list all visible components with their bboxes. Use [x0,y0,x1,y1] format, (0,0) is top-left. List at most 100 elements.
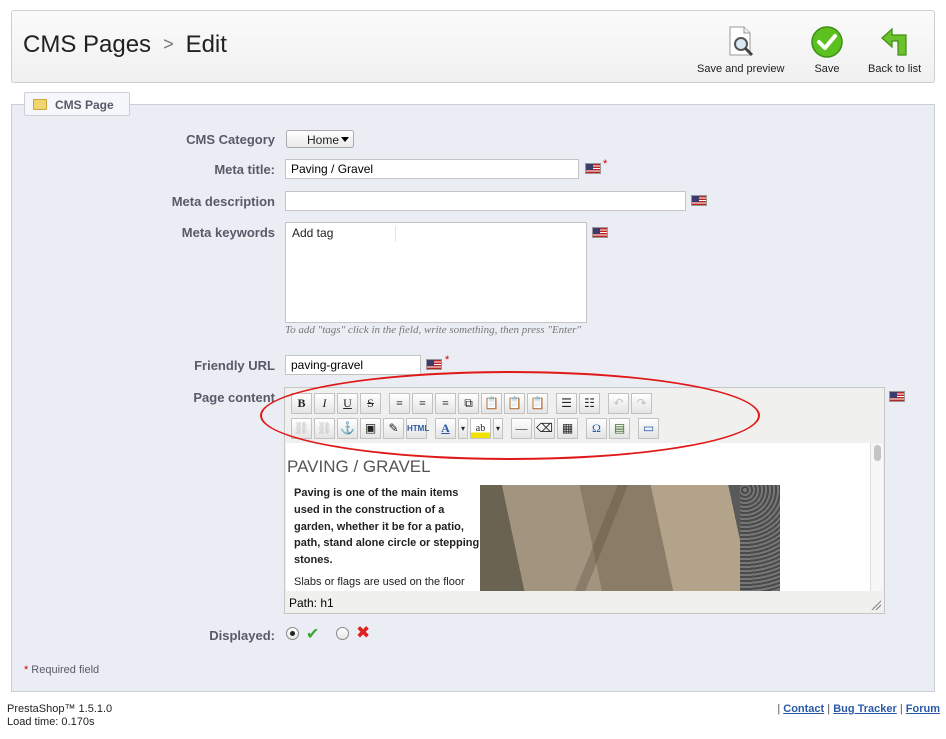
anchor-button[interactable]: ⚓ [337,418,358,439]
friendly-url-label: Friendly URL [194,358,275,373]
rich-text-editor: B I U S ≡ ≡ ≡ ⧉ 📋 📋 📋 ☰ ☷ ↶ ↷ ⛓ ⛓ ⚓ ▣ ✎ … [284,387,885,614]
meta-description-label: Meta description [171,194,275,209]
resize-grip-icon[interactable] [871,600,881,610]
required-star: * [24,664,29,676]
required-field-note: * Required field [24,664,99,676]
content-paragraph-1: Paving is one of the main items used in … [294,487,480,567]
copy-button[interactable]: ⧉ [458,393,479,414]
cms-category-label: CMS Category [186,132,275,147]
align-right-button[interactable]: ≡ [435,393,456,414]
us-flag-icon[interactable] [426,359,442,370]
breadcrumb-edit: Edit [185,31,227,58]
back-to-list-button[interactable]: Back to list [868,25,921,75]
horizontal-rule-button[interactable]: — [511,418,532,439]
remove-format-button[interactable]: ⌫ [534,418,555,439]
save-label: Save [814,63,840,75]
folder-icon [33,99,47,110]
us-flag-icon[interactable] [691,195,707,206]
meta-title-input[interactable] [285,159,579,179]
background-color-button[interactable]: ab [470,418,491,439]
required-note-text: Required field [31,664,100,676]
link-button[interactable]: ⛓ [291,418,312,439]
paste-text-button[interactable]: 📋 [504,393,525,414]
underline-button[interactable]: U [337,393,358,414]
italic-button[interactable]: I [314,393,335,414]
align-left-button[interactable]: ≡ [389,393,410,414]
green-return-arrow-icon [880,27,907,56]
us-flag-icon[interactable] [585,163,601,174]
breadcrumb-separator: > [163,34,174,54]
insert-image-button[interactable]: ▣ [360,418,381,439]
back-to-list-label: Back to list [868,63,922,75]
editor-path-bar: Path: h1 [286,593,883,612]
bug-tracker-link[interactable]: Bug Tracker [833,703,897,715]
bold-button[interactable]: B [291,393,312,414]
displayed-label: Displayed: [209,628,275,643]
background-color-dropdown[interactable]: ▾ [493,418,503,439]
displayed-yes-radio[interactable] [286,627,299,640]
red-x-icon: ✖ [356,623,371,642]
breadcrumb-cms-pages[interactable]: CMS Pages [23,31,151,58]
editor-path: Path: h1 [289,596,334,610]
displayed-no-radio[interactable] [336,627,349,640]
undo-button[interactable]: ↶ [608,393,629,414]
breadcrumb: CMS Pages > Edit [23,31,227,59]
redo-button[interactable]: ↷ [631,393,652,414]
meta-description-input[interactable] [285,191,686,211]
footer-separator: | [827,703,831,715]
page-content-label: Page content [193,390,275,405]
meta-keywords-label: Meta keywords [181,225,275,240]
bullet-list-button[interactable]: ☰ [556,393,577,414]
paste-word-button[interactable]: 📋 [527,393,548,414]
insert-media-button[interactable]: ▤ [609,418,630,439]
meta-title-label: Meta title: [214,162,275,177]
footer-links: | Contact | Bug Tracker | Forum [777,703,940,715]
editor-content-area[interactable]: PAVING / GRAVEL Paving is one of the mai… [286,443,871,591]
insert-table-button[interactable]: ▦ [557,418,578,439]
unlink-button[interactable]: ⛓ [314,418,335,439]
forum-link[interactable]: Forum [906,703,940,715]
editor-scrollbar[interactable] [870,443,883,591]
green-check-icon: ✔ [306,626,320,643]
cms-category-select[interactable]: Home [286,130,354,148]
editor-toolbar-row-1: B I U S ≡ ≡ ≡ ⧉ 📋 📋 📋 ☰ ☷ ↶ ↷ [291,393,654,415]
cms-category-value: Home [307,133,340,147]
content-heading: PAVING / GRAVEL [287,457,431,476]
save-button[interactable]: Save [810,25,844,75]
save-and-preview-label: Save and preview [697,63,785,75]
us-flag-icon[interactable] [592,227,608,238]
magnifier-document-icon [729,26,753,57]
footer-info: PrestaShop™ 1.5.1.0 Load time: 0.170s [7,703,112,729]
meta-keywords-tag-field[interactable]: Add tag [285,222,587,323]
html-source-button[interactable]: HTML [406,418,429,439]
strikethrough-button[interactable]: S [360,393,381,414]
numbered-list-button[interactable]: ☷ [579,393,600,414]
scrollbar-thumb[interactable] [874,445,881,461]
footer-separator: | [899,703,903,715]
align-center-button[interactable]: ≡ [412,393,433,414]
required-star: * [445,354,450,366]
legend-label: CMS Page [55,98,114,112]
version-text: PrestaShop™ 1.5.1.0 [7,703,113,715]
tags-hint: To add "tags" click in the field, write … [285,324,582,336]
friendly-url-input[interactable] [285,355,421,375]
required-star: * [603,158,608,170]
footer-separator: | [777,703,781,715]
save-and-preview-button[interactable]: Save and preview [697,25,784,75]
dropdown-arrow-icon [341,137,349,142]
green-check-icon [811,26,843,58]
cleanup-button[interactable]: ✎ [383,418,404,439]
fullscreen-button[interactable]: ▭ [638,418,659,439]
us-flag-icon[interactable] [889,391,905,402]
fieldset-legend: CMS Page [24,92,130,116]
page-header: CMS Pages > Edit Save and preview Save Bac… [11,10,935,83]
add-tag-input[interactable]: Add tag [290,226,396,242]
special-character-button[interactable]: Ω [586,418,607,439]
contact-link[interactable]: Contact [783,703,824,715]
text-color-dropdown[interactable]: ▾ [458,418,468,439]
load-time-text: Load time: 0.170s [7,716,95,728]
editor-toolbar-row-2: ⛓ ⛓ ⚓ ▣ ✎ HTML A ▾ ab ▾ — ⌫ ▦ Ω ▤ ▭ [291,418,661,440]
text-color-button[interactable]: A [435,418,456,439]
paste-button[interactable]: 📋 [481,393,502,414]
content-paragraph-2: Slabs or flags are used on the floor [294,576,465,588]
